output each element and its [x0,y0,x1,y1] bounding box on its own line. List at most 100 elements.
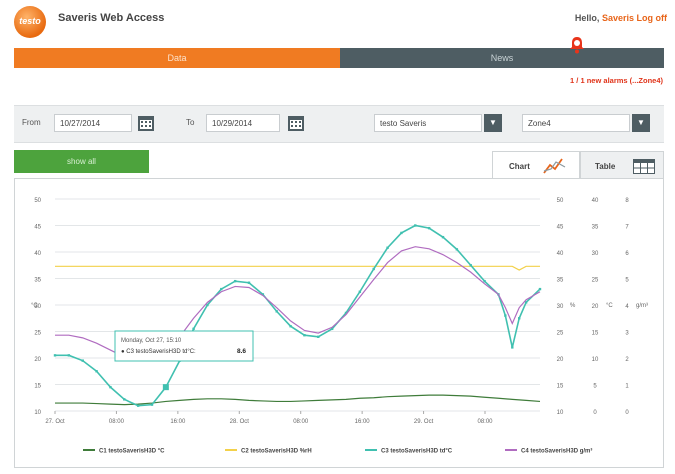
series-3-point [81,359,84,362]
y-tick-label-left: 45 [34,225,41,231]
series-line-1 [55,394,541,406]
series-3-point [247,281,251,284]
series-3-point [372,267,375,271]
series-3-point [511,346,514,349]
y-tick-label-right1: 30 [592,251,599,257]
y-tick-label-right2: 0 [625,410,629,416]
series-3-point [400,231,403,235]
series-3-point [136,404,140,407]
tab-data[interactable]: Data [14,48,340,68]
chart-icon [543,158,566,174]
series-3-point [386,246,389,249]
y-axis-unit-right2: g/m³ [636,303,648,309]
y-tick-label-right1: 40 [592,198,599,204]
y-tick-label-right1: 35 [592,225,599,231]
x-tick-label: 16:00 [170,419,186,425]
tooltip-value: 8.6 [237,348,246,355]
show-all-button[interactable]: show all [14,150,149,173]
zone-select[interactable]: Zone4 [522,114,630,132]
legend-label-2: C2 testoSaverisH3D %rH [241,449,312,455]
y-tick-label-left: 40 [34,251,41,257]
y-tick-label-left: 20 [34,357,41,363]
tab-table[interactable]: Table [580,151,664,179]
from-label: From [22,118,41,127]
greeting-text: Hello, [574,13,600,23]
tooltip-series: ● C3 testoSaverisH3D td°C: [121,349,196,355]
y-tick-label-left: 25 [34,331,41,337]
y-tick-label-right2: 6 [625,251,629,257]
tab-chart[interactable]: Chart [492,151,580,179]
app-title: Saveris Web Access [58,12,165,24]
series-3-point [150,403,154,406]
legend-label-1: C1 testoSaverisH3D °C [99,449,165,455]
y-tick-label-right2: 1 [625,384,629,390]
testo-logo[interactable]: testo [14,6,46,38]
series-line-3 [55,224,541,407]
product-dropdown-arrow-icon[interactable]: ▼ [484,114,502,132]
from-date-input[interactable]: 10/27/2014 [54,114,132,132]
y-tick-label-right2: 3 [625,331,629,337]
series-3-point [441,235,445,239]
y-tick-label-right1: 15 [592,331,599,337]
series-3-point [469,264,472,267]
tooltip-date: Monday, Oct 27, 15:10 [121,338,182,344]
main-nav: Data News [14,48,664,68]
y-tick-label-right2: 5 [625,278,629,284]
tab-chart-label: Chart [509,162,530,171]
y-axis-unit-left: °C [31,303,38,309]
series-3-point [538,287,542,291]
y-tick-label-left: 10 [34,410,41,416]
to-date-input[interactable]: 10/29/2014 [206,114,280,132]
series-3-point [275,310,278,313]
series-3-point [123,398,126,401]
line-chart[interactable]: 10 10 0 0 15 15 5 1 20 20 10 2 25 25 15 3 30 30 20 4 35 35 25 5… [15,179,663,467]
x-tick-label: 16:00 [355,419,371,425]
x-tick-label: 08:00 [109,419,125,425]
y-tick-label-right2: 7 [625,225,629,231]
y-tick-label-mid: 10 [557,410,564,416]
y-tick-label-mid: 35 [557,278,564,284]
series-3-point [67,354,71,357]
y-tick-label-right2: 2 [625,357,629,363]
user-name-link[interactable]: Saveris [602,13,634,23]
series-3-point [317,335,320,338]
y-tick-label-left: 35 [34,278,41,284]
y-tick-label-right1: 25 [592,278,599,284]
logout-link[interactable]: Log off [637,13,668,23]
y-tick-label-mid: 40 [557,251,564,257]
y-axis-unit-mid: % [570,303,576,309]
product-select[interactable]: testo Saveris [374,114,482,132]
y-tick-label-left: 15 [34,384,41,390]
series-3-point [414,224,417,227]
x-tick-label: 27. Oct [45,419,65,425]
y-tick-label-right1: 0 [593,410,597,416]
y-tick-label-mid: 15 [557,384,564,390]
x-tick-label: 28. Oct [230,419,250,425]
series-3-point [504,314,507,317]
alarm-bell-icon[interactable] [569,36,585,54]
series-3-point [192,327,195,331]
y-tick-label-mid: 50 [557,198,564,204]
zone-dropdown-arrow-icon[interactable]: ▼ [632,114,650,132]
tab-news[interactable]: News [340,48,664,68]
series-3-point [455,248,459,251]
y-tick-label-mid: 30 [557,304,564,310]
filter-bar: From 10/27/2014 To 10/29/2014 testo Save… [14,105,664,143]
series-3-point [289,325,292,328]
series-3-point [303,334,306,337]
new-alarms-link[interactable]: 1 / 1 new alarms (...Zone4) [570,76,663,85]
y-tick-label-left: 50 [34,198,41,204]
table-icon [633,159,655,174]
to-label: To [186,118,195,127]
to-calendar-icon[interactable] [287,114,305,132]
y-tick-label-right1: 10 [592,357,599,363]
y-axis-unit-right1: °C [606,303,613,309]
tooltip-box [114,330,254,362]
from-calendar-icon[interactable] [137,114,155,132]
logo-text: testo [19,16,41,26]
series-3-point [95,370,98,373]
y-tick-label-mid: 45 [557,225,564,231]
series-3-point [483,279,486,283]
y-tick-label-mid: 25 [557,331,564,337]
tab-table-label: Table [595,162,616,171]
